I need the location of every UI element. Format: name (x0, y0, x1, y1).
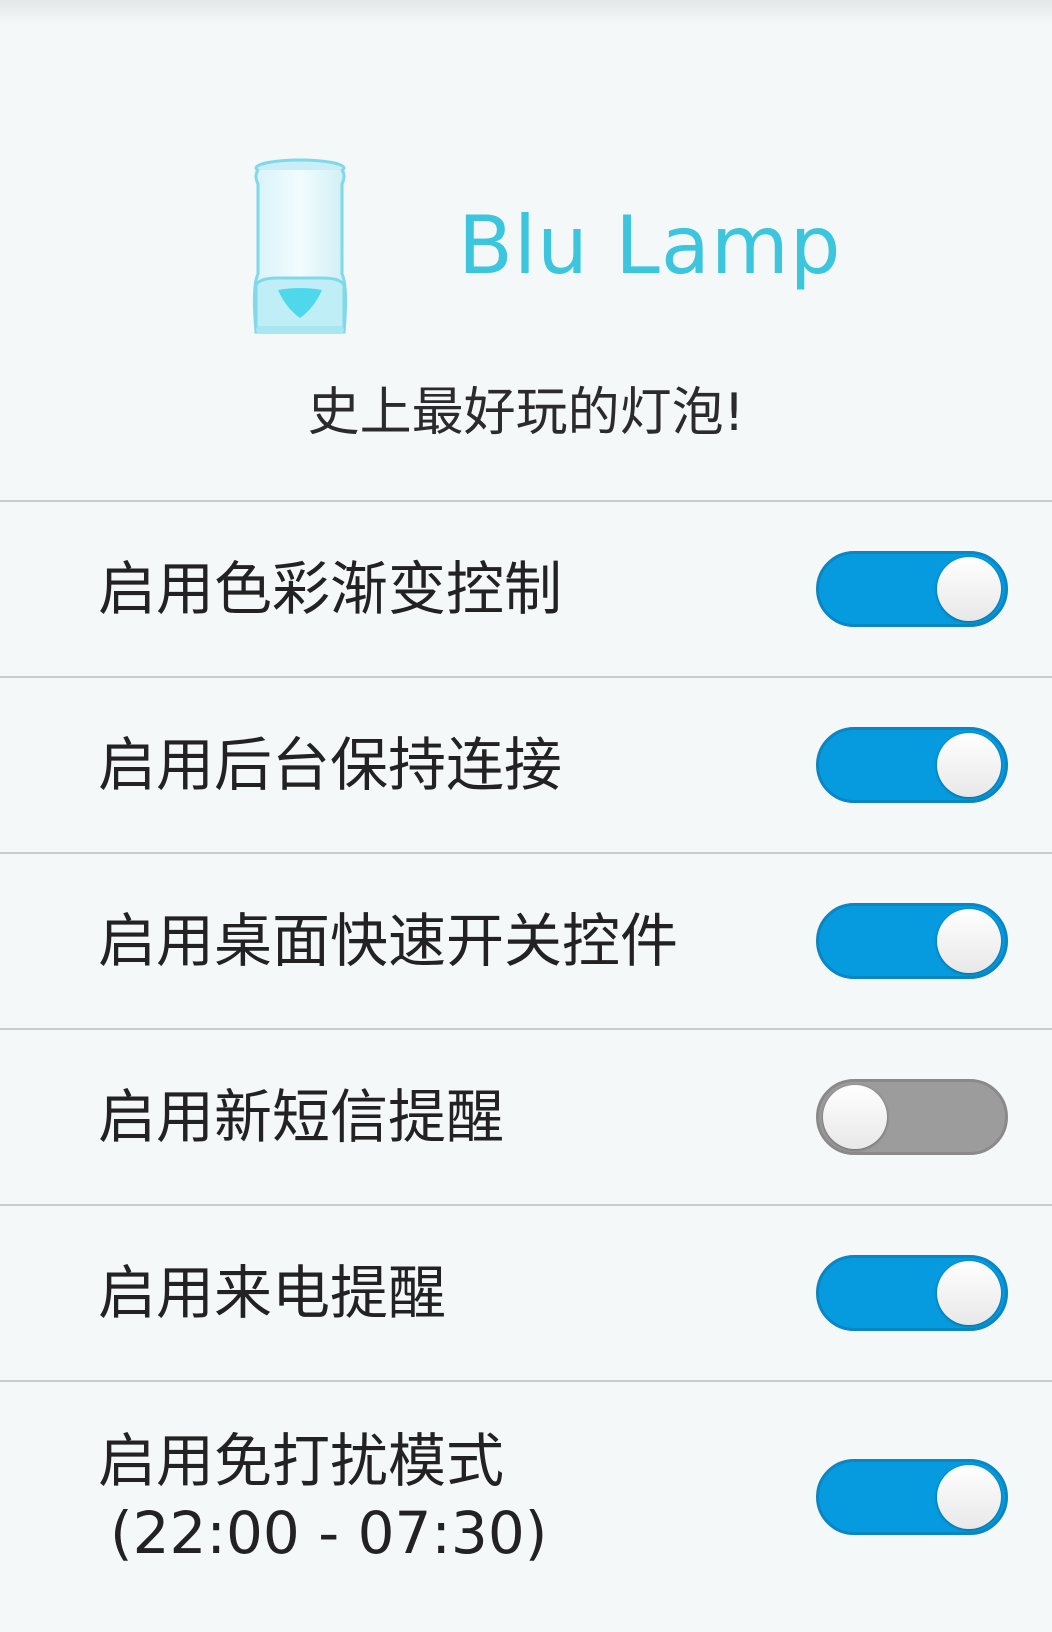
background-connection-toggle[interactable] (816, 727, 1008, 803)
app-tagline: 史上最好玩的灯泡! (307, 383, 745, 443)
toggle-knob (823, 1085, 887, 1149)
toggle-knob (937, 1261, 1001, 1325)
toggle-knob (937, 909, 1001, 973)
toggle-knob (937, 733, 1001, 797)
setting-color-gradient: 启用色彩渐变控制 (0, 500, 1052, 676)
setting-label: 启用色彩渐变控制 (98, 555, 563, 623)
toggle-knob (937, 557, 1001, 621)
setting-sublabel: (22:00 - 07:30) (110, 1499, 548, 1567)
setting-label-group: 启用免打扰模式 (22:00 - 07:30) (98, 1425, 547, 1569)
toggle-knob (937, 1465, 1001, 1529)
setting-do-not-disturb: 启用免打扰模式 (22:00 - 07:30) (0, 1380, 1052, 1612)
app-header: Blu Lamp 史上最好玩的灯泡! (0, 0, 1052, 500)
setting-label: 启用免打扰模式 (98, 1427, 505, 1495)
setting-background-connection: 启用后台保持连接 (0, 676, 1052, 852)
sms-alert-toggle[interactable] (816, 1079, 1008, 1155)
settings-list: 启用色彩渐变控制 启用后台保持连接 启用桌面快速开关控件 启用新短信提醒 启用来… (0, 500, 1052, 1612)
setting-desktop-widget: 启用桌面快速开关控件 (0, 852, 1052, 1028)
setting-label: 启用桌面快速开关控件 (98, 907, 679, 975)
do-not-disturb-toggle[interactable] (816, 1459, 1008, 1535)
setting-call-alert: 启用来电提醒 (0, 1204, 1052, 1380)
app-title: Blu Lamp (458, 199, 842, 292)
call-alert-toggle[interactable] (816, 1255, 1008, 1331)
setting-label: 启用后台保持连接 (98, 731, 563, 799)
setting-sms-alert: 启用新短信提醒 (0, 1028, 1052, 1204)
setting-label: 启用新短信提醒 (98, 1083, 505, 1151)
setting-label: 启用来电提醒 (98, 1259, 447, 1327)
desktop-widget-toggle[interactable] (816, 903, 1008, 979)
color-gradient-toggle[interactable] (816, 551, 1008, 627)
lamp-icon (252, 158, 348, 334)
